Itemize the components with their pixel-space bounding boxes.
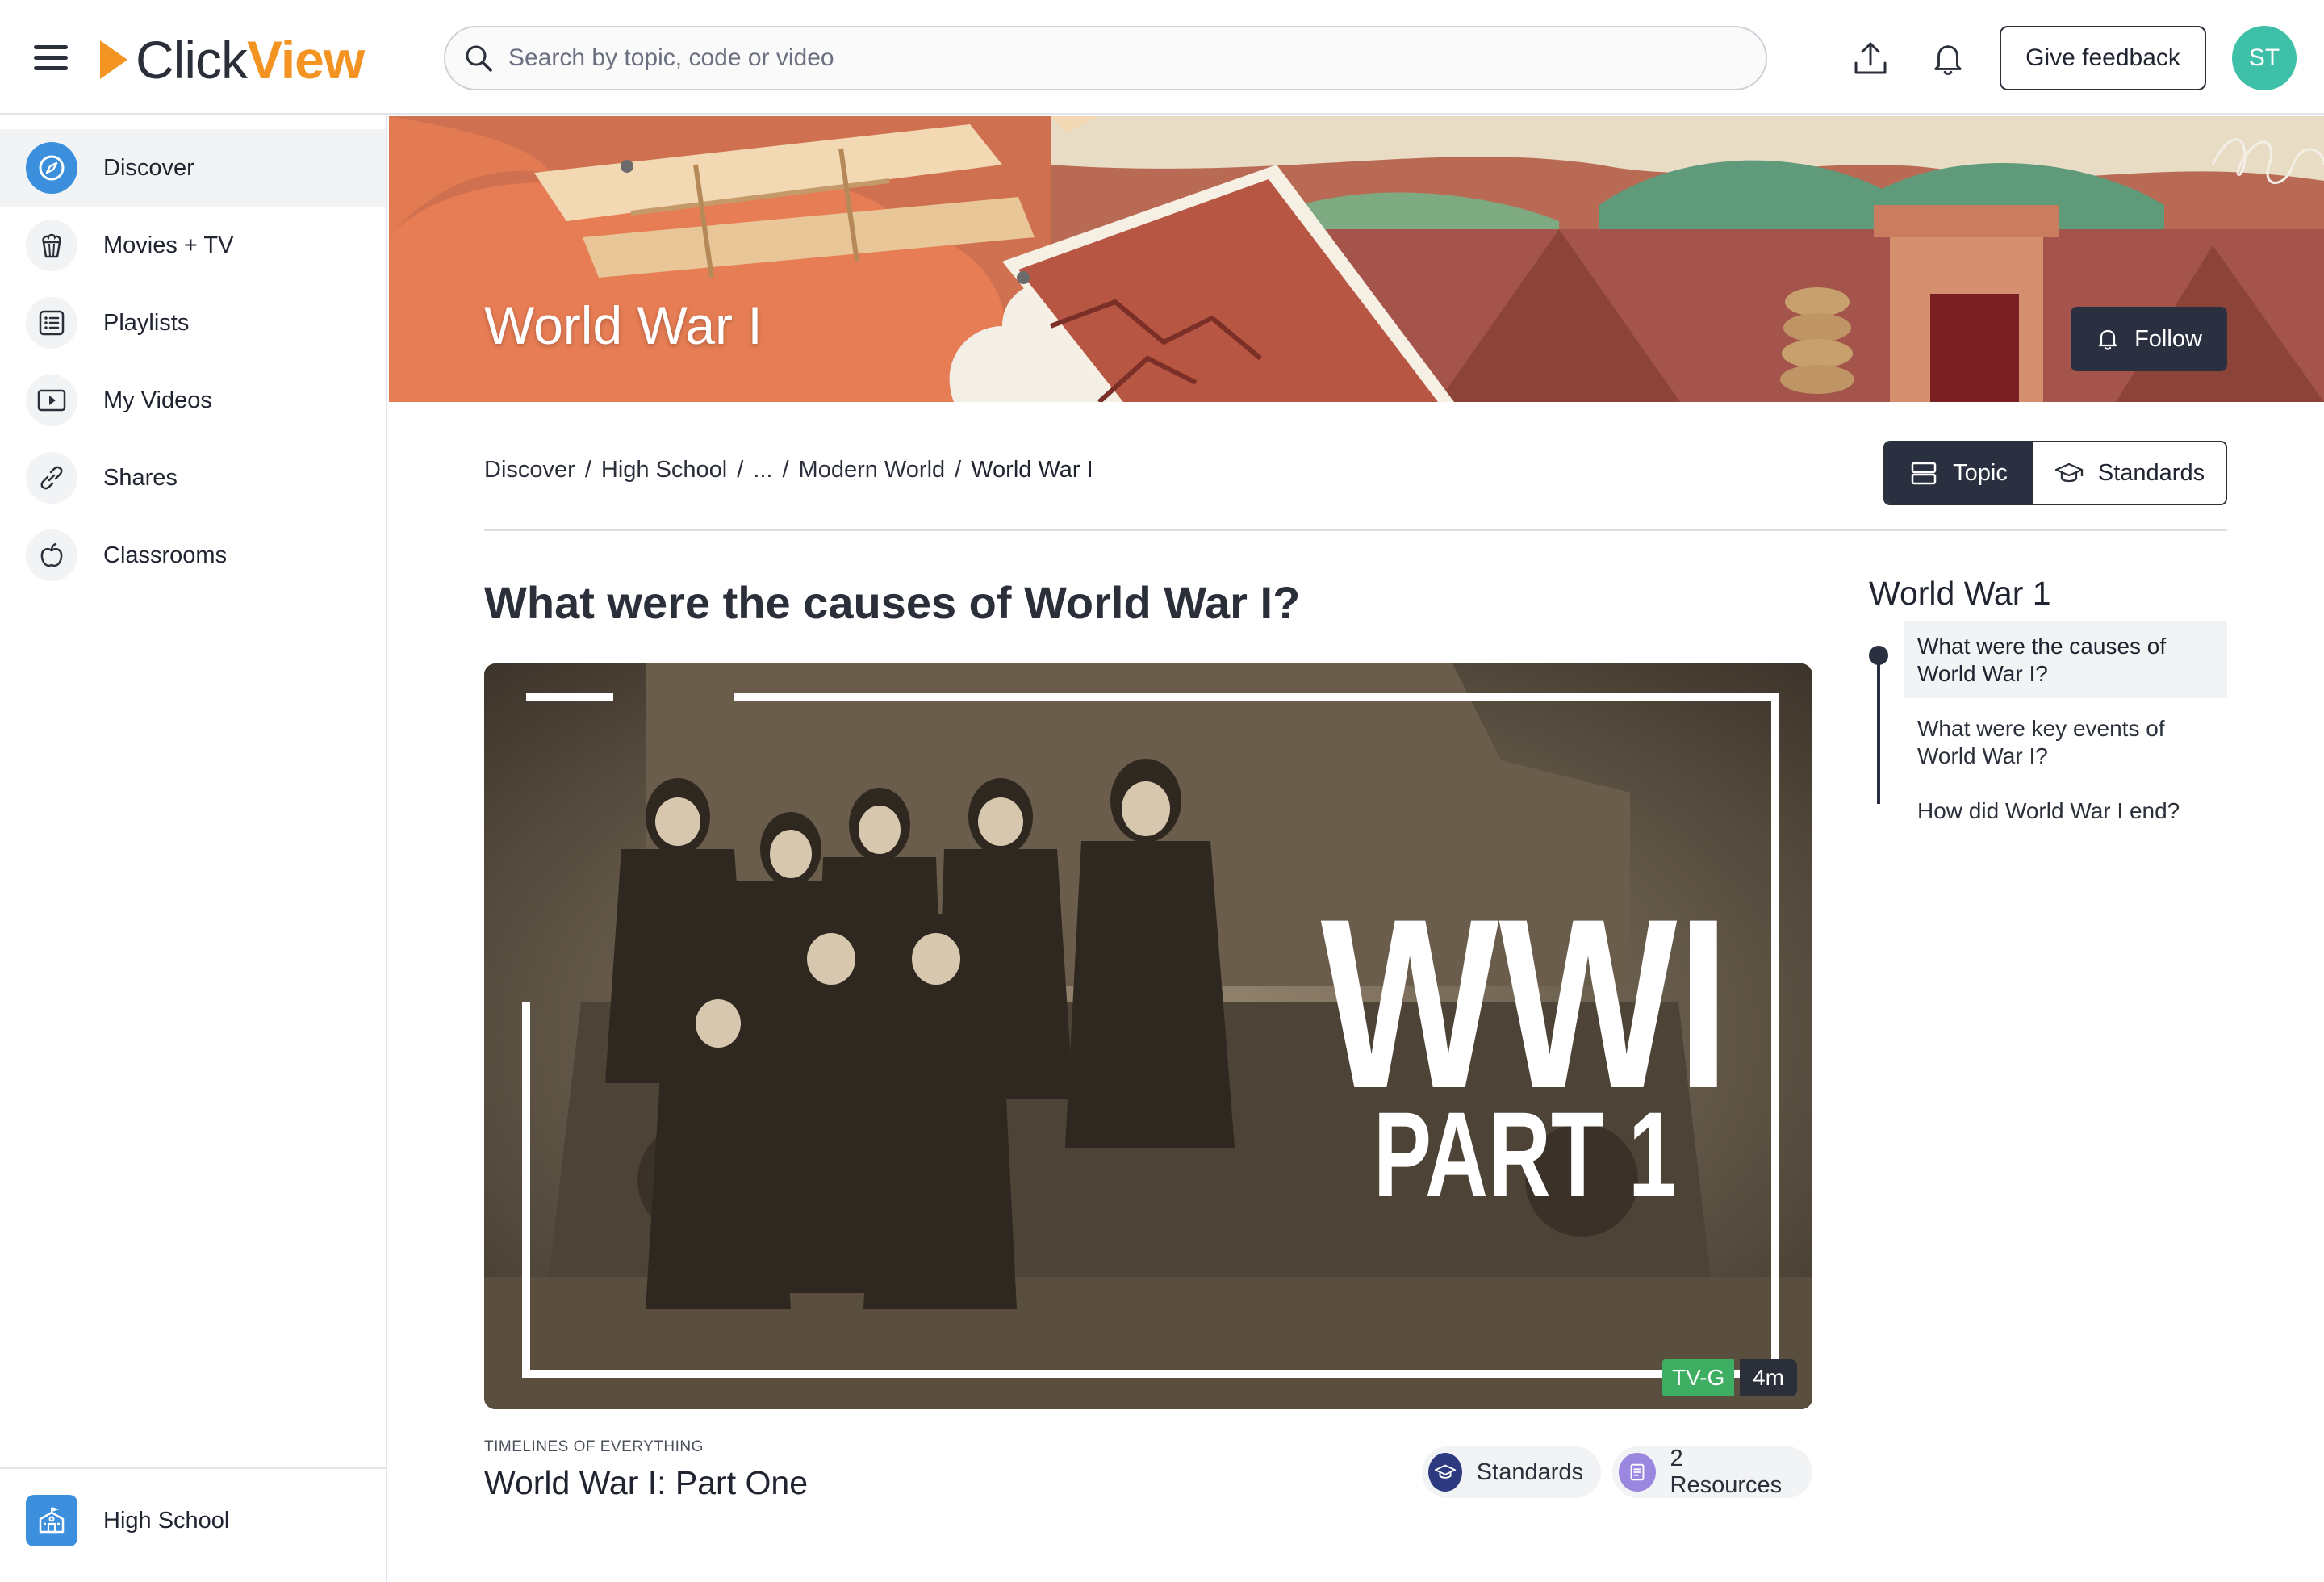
breadcrumb-separator: / — [584, 457, 591, 483]
school-switcher[interactable]: High School — [0, 1488, 386, 1553]
topic-toggle-button[interactable]: Topic — [1885, 442, 2032, 504]
content-divider — [484, 529, 2227, 531]
content-rating-badge: TV-G — [1662, 1359, 1735, 1396]
breadcrumb-separator: / — [782, 457, 789, 483]
video-title[interactable]: World War I: Part One — [484, 1464, 808, 1502]
compass-icon — [26, 142, 77, 194]
resources-pill[interactable]: 2 Resources — [1612, 1446, 1812, 1498]
link-icon — [26, 452, 77, 504]
sidebar-item-classrooms[interactable]: Classrooms — [0, 517, 386, 594]
logo-text: ClickView — [136, 30, 365, 90]
follow-button[interactable]: Follow — [2071, 307, 2227, 371]
search-bar[interactable] — [444, 26, 1767, 90]
popcorn-icon — [26, 220, 77, 271]
topic-nav-item[interactable]: What were key events of World War I? — [1904, 704, 2227, 781]
graduation-cap-icon — [1428, 1453, 1462, 1492]
sidebar-item-label: Playlists — [103, 309, 190, 336]
user-avatar[interactable]: ST — [2232, 26, 2297, 90]
sidebar-item-label: Movies + TV — [103, 232, 234, 258]
duration-badge: 4m — [1740, 1359, 1797, 1396]
topic-nav-item[interactable]: What were the causes of World War I? — [1904, 622, 2227, 699]
logo-play-icon — [100, 40, 127, 79]
breadcrumb-ellipsis[interactable]: ... — [753, 457, 772, 483]
sidebar-item-playlists[interactable]: Playlists — [0, 284, 386, 362]
follow-label: Follow — [2134, 325, 2202, 352]
sidebar-item-shares[interactable]: Shares — [0, 439, 386, 517]
sidebar: Discover Movies + TV Playlists My Videos… — [0, 115, 387, 1582]
notification-bell-icon[interactable] — [1924, 34, 1972, 82]
sidebar-item-my-videos[interactable]: My Videos — [0, 362, 386, 439]
document-icon — [1619, 1453, 1656, 1492]
bell-icon — [2098, 329, 2117, 350]
topic-nav-current-marker — [1869, 646, 1888, 665]
topic-banner: World War I Follow — [389, 116, 2324, 402]
sidebar-item-label: Shares — [103, 464, 178, 491]
top-bar: ClickView Give feedback ST — [0, 0, 2324, 115]
sidebar-item-label: My Videos — [103, 387, 212, 413]
graduation-cap-icon — [2054, 462, 2084, 483]
play-icon — [26, 375, 77, 426]
sidebar-item-movies-tv[interactable]: Movies + TV — [0, 207, 386, 284]
svg-text:PART 1: PART 1 — [1373, 1087, 1677, 1223]
breadcrumb: Discover / High School / ... / Modern Wo… — [484, 457, 1093, 483]
sidebar-item-label: Discover — [103, 154, 194, 181]
upload-icon[interactable] — [1846, 34, 1895, 82]
banner-illustration — [389, 116, 2324, 402]
topic-nav-item[interactable]: How did World War I end? — [1904, 786, 2227, 836]
breadcrumb-separator: / — [955, 457, 962, 483]
section-question-heading: What were the causes of World War I? — [484, 577, 1301, 628]
video-thumbnail-image: WWI PART 1 — [484, 663, 1812, 1409]
give-feedback-button[interactable]: Give feedback — [2000, 26, 2206, 90]
series-name: TIMELINES OF EVERYTHING — [484, 1438, 704, 1455]
topic-nav-track — [1877, 654, 1880, 804]
banner-title: World War I — [484, 295, 763, 355]
breadcrumb-separator: / — [737, 457, 744, 483]
hamburger-menu-icon[interactable] — [31, 42, 73, 74]
sidebar-item-discover[interactable]: Discover — [0, 129, 386, 207]
breadcrumb-current: World War I — [971, 457, 1093, 483]
search-input[interactable] — [508, 44, 1719, 72]
school-building-icon — [26, 1495, 77, 1546]
standards-pill-label: Standards — [1476, 1459, 1583, 1485]
school-label: High School — [103, 1507, 230, 1534]
breadcrumb-high-school[interactable]: High School — [601, 457, 727, 483]
standards-pill[interactable]: Standards — [1422, 1446, 1601, 1498]
video-thumbnail[interactable]: WWI PART 1 TV-G 4m — [484, 663, 1812, 1409]
breadcrumb-modern-world[interactable]: Modern World — [799, 457, 946, 483]
sidebar-item-label: Classrooms — [103, 542, 228, 568]
search-icon — [466, 45, 492, 72]
topic-layout-icon — [1911, 462, 1937, 485]
standards-toggle-button[interactable]: Standards — [2032, 442, 2226, 504]
topic-nav-title: World War 1 — [1869, 575, 2051, 612]
resources-pill-label: 2 Resources — [1670, 1446, 1783, 1498]
list-icon — [26, 297, 77, 349]
sidebar-divider — [0, 1467, 386, 1469]
breadcrumb-discover[interactable]: Discover — [484, 457, 575, 483]
clickview-logo[interactable]: ClickView — [98, 27, 365, 92]
apple-icon — [26, 529, 77, 581]
view-toggle: Topic Standards — [1883, 441, 2227, 505]
